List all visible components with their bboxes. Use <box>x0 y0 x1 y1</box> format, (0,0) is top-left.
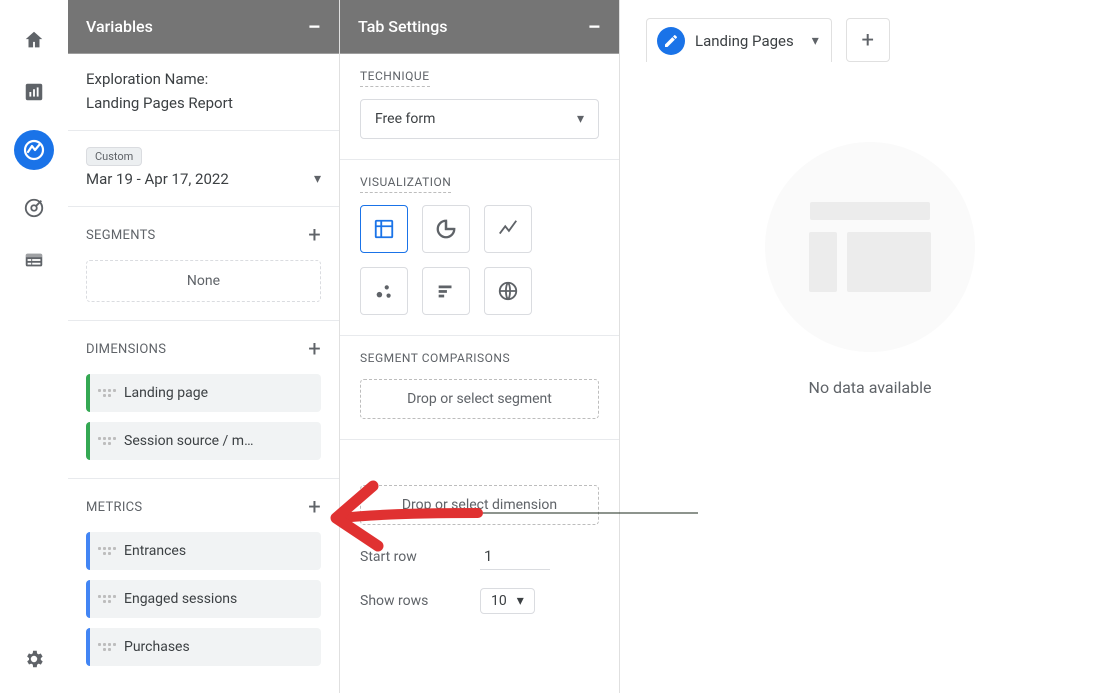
home-icon[interactable] <box>20 26 48 54</box>
no-data-text: No data available <box>809 378 932 397</box>
rows-dropzone[interactable]: Drop or select dimension <box>360 485 599 525</box>
report-tab-name: Landing Pages <box>695 32 794 50</box>
viz-line-button[interactable] <box>484 205 532 253</box>
report-canvas: Landing Pages ▾ + No data available <box>620 0 1116 693</box>
tab-settings-header: Tab Settings − <box>340 0 619 54</box>
chevron-down-icon: ▾ <box>314 171 321 187</box>
metric-chip[interactable]: Entrances <box>86 532 321 570</box>
chevron-down-icon: ▾ <box>577 111 584 127</box>
add-metric-button[interactable]: + <box>308 495 321 520</box>
date-range-text: Mar 19 - Apr 17, 2022 <box>86 170 229 188</box>
metric-chip-label: Engaged sessions <box>124 591 237 607</box>
dimension-chip-label: Session source / m… <box>124 433 253 449</box>
add-dimension-button[interactable]: + <box>308 337 321 362</box>
tab-settings-title: Tab Settings <box>358 17 448 36</box>
ads-icon[interactable] <box>20 194 48 222</box>
start-row-input[interactable]: 1 <box>480 543 550 570</box>
metric-chip-label: Entrances <box>124 543 186 559</box>
variables-header: Variables − <box>68 0 339 54</box>
show-rows-select[interactable]: 10 ▾ <box>480 588 535 614</box>
metric-chip-label: Purchases <box>124 639 190 655</box>
dimension-chip[interactable]: Landing page <box>86 374 321 412</box>
empty-state-graphic <box>765 142 975 352</box>
start-row-label: Start row <box>360 549 480 565</box>
viz-donut-button[interactable] <box>422 205 470 253</box>
technique-label: TECHNIQUE <box>360 69 430 87</box>
segments-label: SEGMENTS <box>86 228 156 243</box>
minimize-tab-settings-button[interactable]: − <box>588 15 602 39</box>
show-rows-label: Show rows <box>360 593 480 609</box>
chevron-down-icon: ▾ <box>517 593 524 609</box>
add-segment-button[interactable]: + <box>308 223 321 248</box>
add-tab-button[interactable]: + <box>846 18 890 62</box>
exploration-name-value[interactable]: Landing Pages Report <box>86 94 321 112</box>
segment-comparisons-dropzone[interactable]: Drop or select segment <box>360 379 599 419</box>
variables-title: Variables <box>86 17 153 36</box>
viz-geo-button[interactable] <box>484 267 532 315</box>
settings-icon[interactable] <box>20 645 48 673</box>
technique-value: Free form <box>375 111 435 127</box>
exploration-name-label: Exploration Name: <box>86 70 321 88</box>
configure-icon[interactable] <box>20 246 48 274</box>
visualization-label: VISUALIZATION <box>360 175 451 193</box>
report-tab[interactable]: Landing Pages ▾ <box>646 18 832 62</box>
explore-icon[interactable] <box>14 130 54 170</box>
variables-panel: Variables − Exploration Name: Landing Pa… <box>68 0 340 693</box>
minimize-variables-button[interactable]: − <box>308 15 322 39</box>
date-range-picker[interactable]: Mar 19 - Apr 17, 2022 ▾ <box>86 170 321 188</box>
date-range-type-chip: Custom <box>86 147 142 166</box>
metrics-label: METRICS <box>86 500 142 515</box>
pencil-icon <box>657 27 685 55</box>
dimensions-label: DIMENSIONS <box>86 342 166 357</box>
chevron-down-icon: ▾ <box>812 33 819 49</box>
metric-chip[interactable]: Purchases <box>86 628 321 666</box>
viz-table-button[interactable] <box>360 205 408 253</box>
viz-bar-button[interactable] <box>422 267 470 315</box>
technique-select[interactable]: Free form ▾ <box>360 99 599 139</box>
segments-none-box[interactable]: None <box>86 260 321 302</box>
show-rows-value: 10 <box>491 593 507 609</box>
viz-scatter-button[interactable] <box>360 267 408 315</box>
reports-icon[interactable] <box>20 78 48 106</box>
nav-rail <box>0 0 68 693</box>
metric-chip[interactable]: Engaged sessions <box>86 580 321 618</box>
dimension-chip-label: Landing page <box>124 385 208 401</box>
dimension-chip[interactable]: Session source / m… <box>86 422 321 460</box>
segment-comparisons-label: SEGMENT COMPARISONS <box>360 351 510 365</box>
tab-settings-panel: Tab Settings − TECHNIQUE Free form ▾ VIS… <box>340 0 620 693</box>
